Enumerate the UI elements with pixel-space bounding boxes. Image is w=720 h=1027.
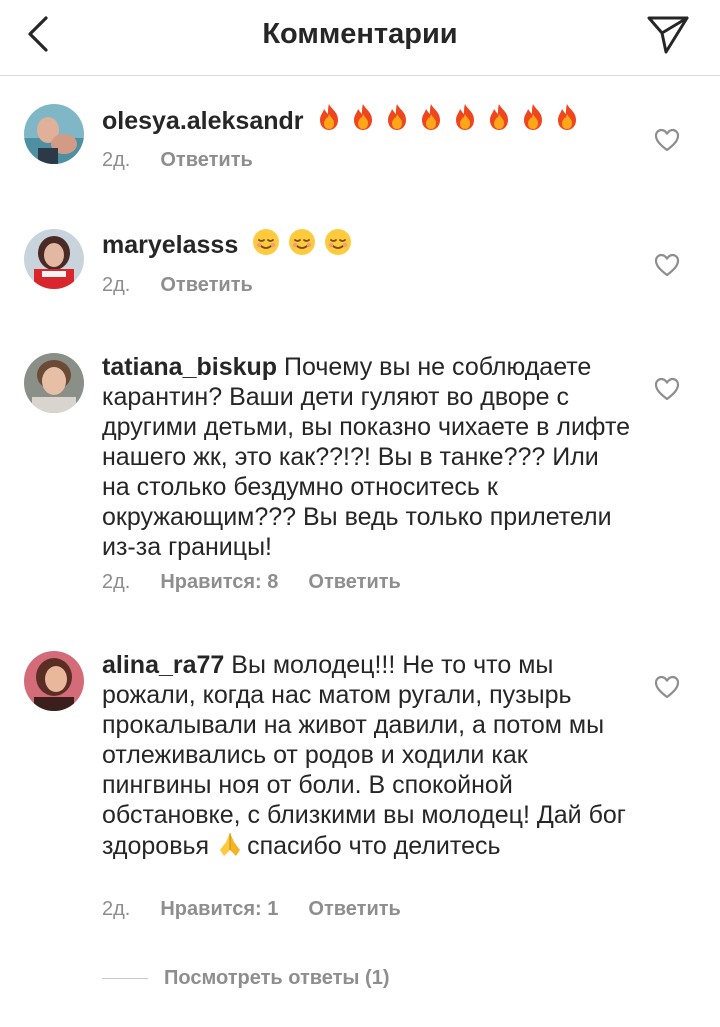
relieved-face-emoji [253,229,280,255]
fire-emoji [354,104,373,130]
comment-time: 2д. [102,898,131,920]
avatar[interactable] [24,104,84,164]
comment-text: alina_ra77 Вы молодец!!! Не то что мы ро… [102,650,632,861]
reply-button[interactable]: Ответить [308,896,400,922]
avatar[interactable] [24,353,84,413]
fire-emoji [422,104,441,130]
like-button[interactable] [654,128,680,152]
reply-button[interactable]: Ответить [308,569,400,595]
comment-meta: 2д. Ответить [102,147,283,173]
relieved-face-emoji [289,229,316,255]
comment-message-tail: спасибо что делитесь [247,832,501,860]
comment-text: maryelasss [102,227,632,260]
view-replies-button[interactable]: Посмотреть ответы (1) [102,964,390,992]
avatar[interactable] [24,229,84,289]
like-button[interactable] [654,675,680,699]
comment-message: Почему вы не соблюдаете карантин? Ваши д… [102,353,631,561]
fire-emoji [388,104,407,130]
heart-outline-icon [654,675,680,699]
comment-time: 2д. [102,571,131,593]
fire-emoji [558,104,577,130]
heart-outline-icon [654,128,680,152]
like-button[interactable] [654,377,680,401]
avatar[interactable] [24,651,84,711]
top-bar: Комментарии [0,0,720,76]
relieved-face-emoji [325,229,352,255]
fire-emoji [524,104,543,130]
comment-username[interactable]: maryelasss [102,231,238,259]
comment-meta: 2д. Нравится: 1 Ответить [102,896,431,922]
comment-time: 2д. [102,149,131,171]
fire-emoji-row [310,104,582,135]
comment-username[interactable]: alina_ra77 [102,651,224,679]
comment-meta: 2д. Нравится: 8 Ответить [102,569,431,595]
comment-message: Вы молодец!!! Не то что мы рожали, когда… [102,651,626,860]
fire-emoji [490,104,509,130]
fire-emoji [456,104,475,130]
comment-text: tatiana_biskup Почему вы не соблюдаете к… [102,352,632,562]
folded-hands-emoji [220,833,241,856]
likes-count[interactable]: Нравится: 1 [160,896,278,922]
divider [102,978,148,980]
comment-meta: 2д. Ответить [102,272,283,298]
like-button[interactable] [654,253,680,277]
reply-button[interactable]: Ответить [160,272,252,298]
reply-button[interactable]: Ответить [160,147,252,173]
likes-count[interactable]: Нравится: 8 [160,569,278,595]
heart-outline-icon [654,377,680,401]
comment-text: olesya.aleksandr [102,102,632,136]
paper-plane-icon [647,16,689,54]
comment-time: 2д. [102,274,131,296]
share-button[interactable] [646,12,690,56]
comment-username[interactable]: olesya.aleksandr [102,107,304,135]
view-replies-label: Посмотреть ответы (1) [164,967,390,989]
heart-outline-icon [654,253,680,277]
page-title: Комментарии [262,18,458,50]
comment-username[interactable]: tatiana_biskup [102,353,277,381]
fire-emoji [320,104,339,130]
